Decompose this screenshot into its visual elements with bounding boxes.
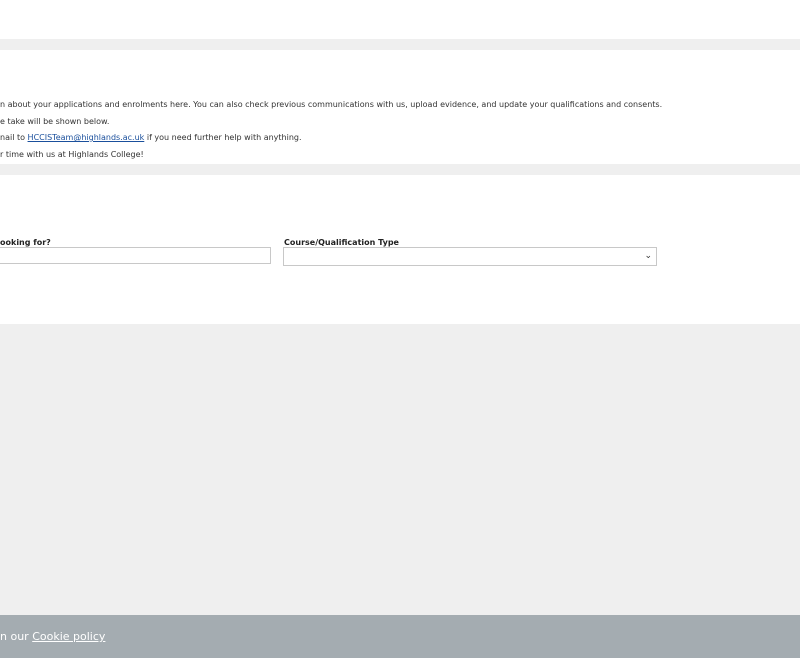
course-type-select[interactable]: ⌄ bbox=[283, 247, 657, 266]
top-bar bbox=[0, 0, 800, 39]
cookie-footer: n our Cookie policy bbox=[0, 615, 800, 658]
info-line-shown-below: e take will be shown below. bbox=[0, 117, 110, 126]
course-type-label: Course/Qualification Type bbox=[284, 238, 399, 247]
info-line-welcome: r time with us at Highlands College! bbox=[0, 150, 144, 159]
course-search-card: ooking for? Course/Qualification Type ⌄ bbox=[0, 175, 800, 324]
looking-for-input[interactable] bbox=[0, 247, 271, 264]
cookie-footer-text: n our Cookie policy bbox=[0, 630, 105, 643]
cookie-footer-prefix: n our bbox=[0, 630, 33, 643]
info-line-email-suffix: if you need further help with anything. bbox=[144, 133, 302, 142]
info-line-applications: n about your applications and enrolments… bbox=[0, 100, 663, 109]
email-link[interactable]: HCCISTeam@highlands.ac.uk bbox=[28, 133, 145, 142]
cookie-policy-link[interactable]: Cookie policy bbox=[32, 630, 105, 643]
info-line-email-prefix: nail to bbox=[0, 133, 28, 142]
looking-for-label: ooking for? bbox=[0, 238, 51, 247]
info-line-email: nail to HCCISTeam@highlands.ac.uk if you… bbox=[0, 133, 302, 142]
welcome-info-card: n about your applications and enrolments… bbox=[0, 50, 800, 164]
chevron-down-icon: ⌄ bbox=[644, 251, 652, 261]
